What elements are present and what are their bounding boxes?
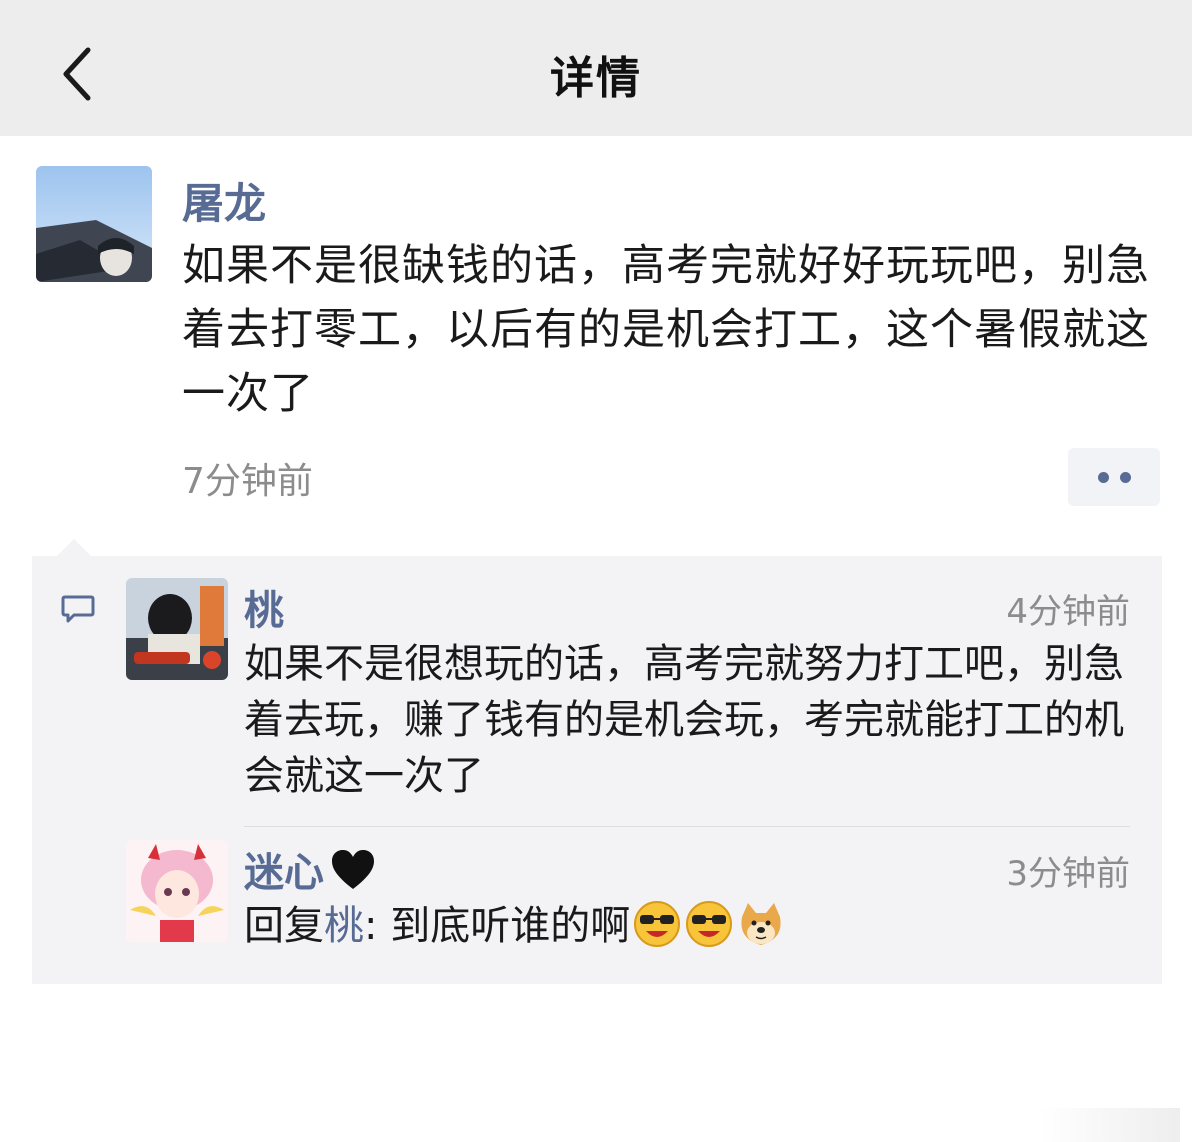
black-heart-icon: [332, 850, 374, 889]
avatar[interactable]: [126, 578, 228, 680]
watermark: [1040, 1108, 1180, 1142]
moment-post: 屠龙 如果不是很缺钱的话，高考完就好好玩玩吧，别急着去打零工，以后有的是机会打工…: [0, 136, 1192, 1142]
nav-bar: 详情: [0, 0, 1192, 136]
comment-text: 回复桃: 到底听谁的啊: [244, 898, 1144, 954]
sunglasses-laugh-emoji: [686, 901, 733, 947]
reply-to-user[interactable]: 桃: [324, 903, 364, 949]
more-dots-icon-dot: [1120, 472, 1131, 483]
comment-icon: [61, 595, 95, 623]
reply-separator: :: [364, 903, 391, 949]
reply-prefix: 回复: [244, 903, 324, 949]
post-content: 如果不是很缺钱的话，高考完就好好玩玩吧，别急着去打零工，以后有的是机会打工，这个…: [182, 241, 1150, 419]
avatar[interactable]: [126, 840, 228, 942]
sunglasses-laugh-emoji: [634, 901, 681, 947]
comments-pointer: [56, 539, 92, 557]
doge-emoji: [741, 903, 781, 945]
comments-section: 桃 4分钟前 如果不是很想玩的话，高考完就努力打工吧，别急着去玩，赚了钱有的是机…: [32, 556, 1162, 984]
reply-text: 到底听谁的啊: [390, 903, 631, 949]
more-actions-button[interactable]: [1068, 448, 1160, 506]
post-author[interactable]: 屠龙: [182, 170, 266, 231]
comment-author[interactable]: 迷心: [244, 840, 376, 898]
avatar[interactable]: [36, 166, 152, 282]
comment-text: 如果不是很想玩的话，高考完就努力打工吧，别急着去玩，赚了钱有的是机会玩，考完就能…: [244, 641, 1124, 799]
more-dots-icon: [1098, 472, 1109, 483]
comment-timestamp: 4分钟前: [1006, 592, 1130, 632]
comment-author-name: 迷心: [244, 850, 324, 896]
page-title: 详情: [550, 53, 642, 104]
comment-divider: [244, 826, 1130, 827]
comment-timestamp: 3分钟前: [1006, 854, 1130, 894]
post-timestamp: 7分钟前: [182, 461, 313, 502]
comment-author[interactable]: 桃: [244, 578, 284, 636]
